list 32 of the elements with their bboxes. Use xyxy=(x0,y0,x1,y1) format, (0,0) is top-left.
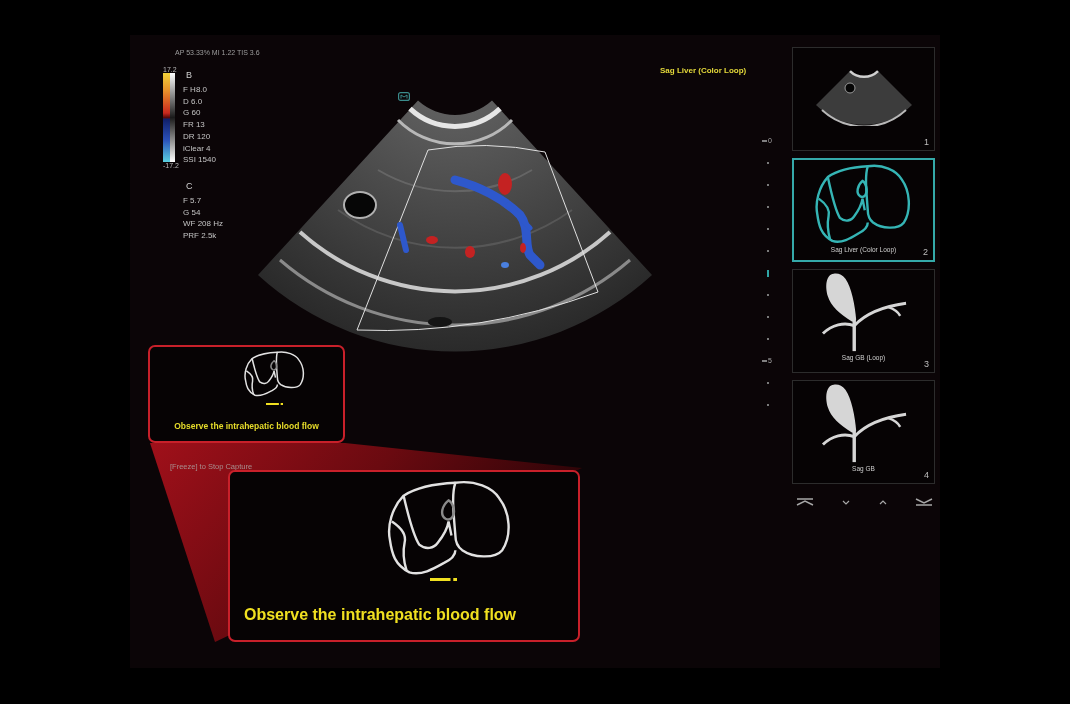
parameter-text: PRF 2.5k xyxy=(183,230,217,242)
parameter-text: FR 13 xyxy=(183,119,205,131)
probe-marker-icon xyxy=(398,92,410,101)
thumbnail-number: 4 xyxy=(924,470,929,480)
parameter-text: F 5.7 xyxy=(183,195,202,207)
parameter-text: F H8.0 xyxy=(183,84,207,96)
mode-label: B xyxy=(186,69,192,82)
callout-caption: Observe the intrahepatic blood flow xyxy=(174,421,319,431)
callout-caption: Observe the intrahepatic blood flow xyxy=(244,605,517,625)
thumbnail-number: 2 xyxy=(923,247,928,257)
chevron-bar-down-icon[interactable] xyxy=(915,498,933,506)
parameter-text: WF 208 Hz xyxy=(183,218,223,231)
tick-mark-icon xyxy=(762,360,767,362)
thumbnail-number: 3 xyxy=(924,359,929,369)
liver-outline-drawing xyxy=(243,351,306,397)
thumbnail[interactable]: 1 xyxy=(792,47,935,151)
parameter-text: DR 120 xyxy=(183,130,211,143)
image-title: Sag Liver (Color Loop) xyxy=(660,66,747,75)
parameter-text: SSI 1540 xyxy=(183,154,216,166)
focus-marker-icon xyxy=(767,269,769,277)
chevron-up-icon[interactable] xyxy=(878,499,887,505)
tick-mark-icon xyxy=(762,140,767,142)
bar-marker-icon xyxy=(266,403,283,405)
bar-marker-icon xyxy=(430,578,457,581)
parameter-text: iClear 4 xyxy=(183,142,211,155)
thumbnail-number: 1 xyxy=(924,137,929,147)
parameter-text: G 60 xyxy=(183,107,201,120)
parameter-text: G 54 xyxy=(183,206,201,219)
chevron-bar-up-icon[interactable] xyxy=(796,498,814,506)
parameter-text: D 6.0 xyxy=(183,95,203,108)
mode-label: C xyxy=(186,180,193,193)
chevron-down-icon[interactable] xyxy=(842,499,851,505)
